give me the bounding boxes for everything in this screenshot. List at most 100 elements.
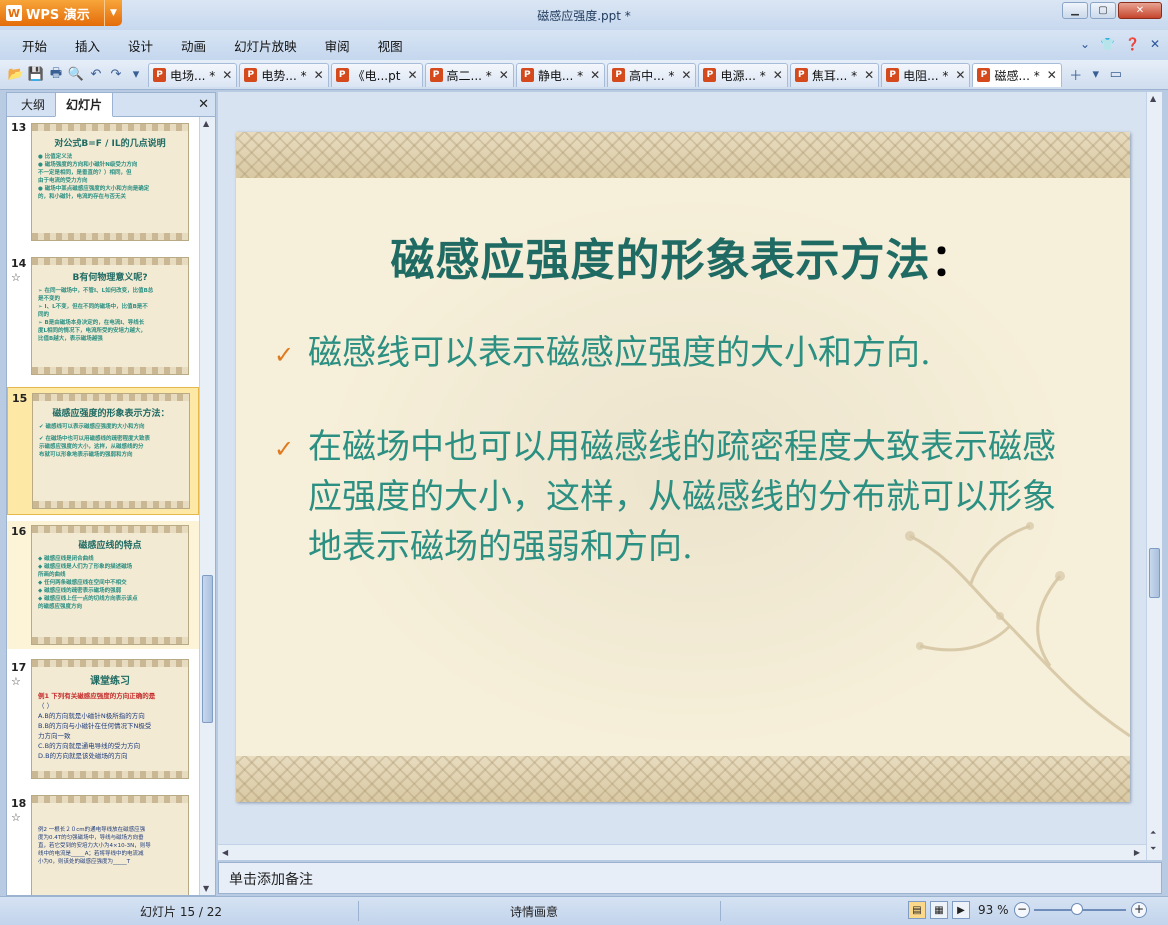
thumb-line: ➢ I、L不变，但在不同的磁场中，比值B是不	[38, 304, 148, 310]
doc-tab-active[interactable]: P 磁感... * ✕	[972, 62, 1062, 87]
doc-tab[interactable]: P 静电... * ✕	[515, 62, 606, 87]
scroll-down-icon[interactable]: ▼	[203, 884, 209, 893]
ppt-file-icon: P	[244, 68, 258, 82]
new-tab-icon[interactable]: ＋	[1066, 65, 1086, 85]
doc-tab[interactable]: P 电势... * ✕	[239, 62, 329, 87]
thumbnail-row[interactable]: 16 磁感应线的特点 ◆ 磁感应线是闭合曲线 ◆ 磁感应线是人们为了形象的描述磁…	[7, 521, 199, 649]
doc-tab-label: 电阻... *	[903, 68, 949, 83]
doc-tab[interactable]: P 高中... * ✕	[607, 62, 697, 87]
tab-outline[interactable]: 大纲	[11, 93, 55, 116]
tab-list-icon[interactable]: ▾	[1086, 65, 1106, 85]
zoom-level[interactable]: 93 %	[978, 903, 1009, 917]
current-slide[interactable]: 磁感应强度的形象表示方法： ✓ 磁感线可以表示磁感应强度的大小和方向. ✓ 在磁…	[236, 132, 1130, 802]
bullet-item[interactable]: ✓ 在磁场中也可以用磁感线的疏密程度大致表示磁感应强度的大小，这样，从磁感线的分…	[274, 422, 1074, 572]
menu-insert[interactable]: 插入	[61, 36, 114, 55]
editor-vertical-scrollbar[interactable]: ▲ ⏶ ⏷	[1146, 92, 1162, 860]
close-tab-icon[interactable]: ✕	[222, 68, 232, 82]
close-tab-icon[interactable]: ✕	[864, 68, 874, 82]
menu-animation[interactable]: 动画	[167, 36, 220, 55]
slide-title-text: 磁感应强度的形象表示方法	[390, 235, 931, 286]
restore-panel-icon[interactable]: ▭	[1106, 65, 1126, 85]
save-icon[interactable]: 💾	[26, 65, 46, 85]
close-window-button[interactable]: ✕	[1118, 2, 1162, 19]
scroll-thumb[interactable]	[1149, 548, 1160, 598]
doc-tab[interactable]: P 电场... * ✕	[148, 62, 238, 87]
thumbnail-row[interactable]: 13 对公式B=F / IL的几点说明 ● 比值定义法 ● 磁场强度的方向和小磁…	[7, 117, 199, 245]
skin-icon[interactable]: 👕	[1100, 37, 1115, 51]
doc-tab[interactable]: P 《电...pt ✕	[330, 62, 423, 87]
doc-tab[interactable]: P 电源... * ✕	[698, 62, 788, 87]
print-icon[interactable]: 🖶	[46, 65, 66, 85]
panel-scrollbar[interactable]: ▲ ▼	[199, 117, 215, 895]
thumb-line: ● 磁场中某点磁感应强度的大小和方向是确定	[38, 186, 150, 192]
ppt-file-icon: P	[794, 68, 808, 82]
slide-title-colon: ：	[930, 235, 976, 286]
notes-pane[interactable]: 单击添加备注	[218, 862, 1162, 894]
zoom-out-button[interactable]: −	[1014, 902, 1030, 918]
close-tab-icon[interactable]: ✕	[407, 68, 417, 82]
scroll-thumb[interactable]	[202, 575, 213, 723]
slide-thumbnail[interactable]: B有何物理意义呢? ➢ 在同一磁场中，不管I、L如何改变，比值B总 是不变的 ➢…	[31, 257, 189, 375]
next-slide-icon[interactable]: ⏷	[1150, 844, 1156, 854]
thumb-line: 的磁感应强度方向	[38, 604, 83, 610]
doc-tab[interactable]: P 电阻... * ✕	[881, 62, 971, 87]
close-tab-icon[interactable]: ✕	[1047, 68, 1057, 82]
menu-view[interactable]: 视图	[364, 36, 417, 55]
undo-icon[interactable]: ↶	[86, 65, 106, 85]
slide-number: 18	[11, 797, 27, 810]
thumbnail-row[interactable]: 18 ☆ 例2 一根长２０cm的通电导线放在磁感应强 度为0.4T的匀强磁场中，…	[7, 793, 199, 895]
doc-tab[interactable]: P 焦耳... * ✕	[789, 62, 880, 87]
thumb-line: ✔ 磁感线可以表示磁感应强度的大小和方向	[39, 424, 145, 430]
close-tab-icon[interactable]: ✕	[314, 68, 324, 82]
maximize-button[interactable]: ▢	[1090, 2, 1116, 19]
editor-horizontal-scrollbar[interactable]: ◀ ▶	[218, 844, 1146, 860]
close-tab-icon[interactable]: ✕	[773, 68, 783, 82]
tab-slides[interactable]: 幻灯片	[55, 92, 114, 117]
notes-placeholder: 单击添加备注	[229, 872, 313, 888]
zoom-in-button[interactable]: +	[1131, 902, 1147, 918]
slideshow-view-icon[interactable]: ▶	[952, 901, 970, 919]
thumb-line: 示磁感应强度的大小，这样，从磁感线的分	[39, 444, 144, 450]
scroll-up-icon[interactable]: ▲	[1150, 94, 1156, 103]
slide-title[interactable]: 磁感应强度的形象表示方法：	[236, 224, 1130, 288]
slide-sorter-view-icon[interactable]: ▦	[930, 901, 948, 919]
scroll-right-icon[interactable]: ▶	[1134, 848, 1140, 857]
slide-thumbnail[interactable]: 例2 一根长２０cm的通电导线放在磁感应强 度为0.4T的匀强磁场中，导线与磁场…	[31, 795, 189, 895]
menu-home[interactable]: 开始	[8, 36, 61, 55]
menu-design[interactable]: 设计	[114, 36, 167, 55]
close-tab-icon[interactable]: ✕	[499, 68, 509, 82]
close-tab-icon[interactable]: ✕	[681, 68, 691, 82]
thumbnail-row[interactable]: 14 ☆ B有何物理意义呢? ➢ 在同一磁场中，不管I、L如何改变，比值B总 是…	[7, 253, 199, 381]
redo-icon[interactable]: ↷	[106, 65, 126, 85]
close-icon[interactable]: ✕	[198, 97, 209, 112]
slide-thumbnail[interactable]: 磁感应强度的形象表示方法： ✔ 磁感线可以表示磁感应强度的大小和方向 ✔ 在磁场…	[32, 393, 190, 509]
collapse-ribbon-icon[interactable]: ⌄	[1080, 37, 1090, 51]
ribbon-close-icon[interactable]: ✕	[1150, 37, 1160, 51]
normal-view-icon[interactable]: ▤	[908, 901, 926, 919]
print-preview-icon[interactable]: 🔍	[66, 65, 86, 85]
bullet-text: 磁感线可以表示磁感应强度的大小和方向.	[308, 333, 931, 373]
prev-slide-icon[interactable]: ⏶	[1150, 828, 1156, 838]
slide-thumbnail[interactable]: 课堂练习 例1 下列有关磁感应强度的方向正确的是 （ ） A.B的方向就是小磁针…	[31, 659, 189, 779]
minimize-button[interactable]: ▁	[1062, 2, 1088, 19]
open-icon[interactable]: 📂	[6, 65, 26, 85]
help-icon[interactable]: ❓	[1125, 37, 1140, 51]
scroll-left-icon[interactable]: ◀	[222, 848, 228, 857]
ppt-file-icon: P	[153, 68, 166, 82]
ppt-file-icon: P	[429, 68, 443, 82]
zoom-slider-knob[interactable]	[1071, 903, 1083, 915]
window-title: 磁感应强度.ppt *	[537, 9, 631, 23]
slide-thumbnail[interactable]: 对公式B=F / IL的几点说明 ● 比值定义法 ● 磁场强度的方向和小磁针N级…	[31, 123, 189, 241]
doc-tab[interactable]: P 高二... * ✕	[424, 62, 514, 87]
customize-toolbar-icon[interactable]: ▾	[126, 65, 146, 85]
scroll-up-icon[interactable]: ▲	[203, 119, 209, 128]
close-tab-icon[interactable]: ✕	[955, 68, 965, 82]
thumb-line: 例2 一根长２０cm的通电导线放在磁感应强	[38, 827, 146, 833]
bullet-item[interactable]: ✓ 磁感线可以表示磁感应强度的大小和方向.	[274, 328, 1074, 380]
thumbnail-row[interactable]: 17 ☆ 课堂练习 例1 下列有关磁感应强度的方向正确的是 （ ） A.B的方向…	[7, 657, 199, 785]
slide-thumbnail[interactable]: 磁感应线的特点 ◆ 磁感应线是闭合曲线 ◆ 磁感应线是人们为了形象的描述磁场 所…	[31, 525, 189, 645]
close-tab-icon[interactable]: ✕	[590, 68, 600, 82]
menu-review[interactable]: 审阅	[311, 36, 364, 55]
thumbnail-row-selected[interactable]: 15 磁感应强度的形象表示方法： ✔ 磁感线可以表示磁感应强度的大小和方向 ✔ …	[7, 387, 199, 515]
menu-slideshow[interactable]: 幻灯片放映	[220, 36, 311, 55]
